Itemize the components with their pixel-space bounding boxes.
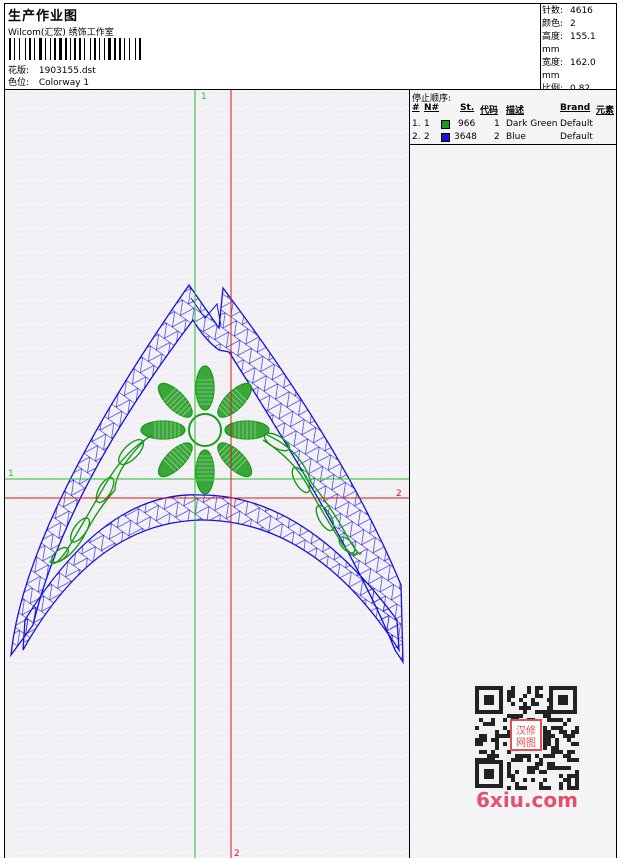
design-stats: 针数: 4616 颜色: 2 高度: 155.1 mm 宽度: 162.0 mm 比例:… — [542, 5, 616, 96]
qr-code: 汉修 网图 — [471, 682, 581, 792]
company-name: Wilcom(汇宏) 绣饰工作室 — [8, 28, 114, 38]
table-row: 1. 1 966 1 Dark Green Default — [412, 119, 593, 129]
header: 生产作业图 Wilcom(汇宏) 绣饰工作室 花版: 1903155.dst 色… — [5, 4, 616, 94]
colorway-value: Colorway 1 — [38, 78, 90, 88]
qr-stamp-line2: 网图 — [516, 737, 536, 749]
red-vertical-label: 2 — [234, 849, 240, 858]
col-brand: Brand — [560, 103, 591, 113]
watermark-logo: 6xiu.com — [476, 788, 578, 812]
divider — [410, 144, 616, 145]
qr-stamp-line1: 汉修 — [516, 724, 536, 737]
color-swatch — [441, 133, 450, 142]
colorway-row: 色位: Colorway 1 — [8, 75, 89, 88]
embroidery-design: 1 1 2 2 — [5, 90, 409, 858]
table-row: 2. 2 3648 2 Blue Default — [412, 132, 593, 142]
page-title: 生产作业图 — [8, 9, 79, 24]
barcode — [9, 38, 141, 60]
col-description: 描述 — [506, 106, 525, 116]
stat-colors: 颜色: 2 — [542, 19, 576, 29]
col-stitches: St. — [460, 103, 475, 113]
col-index: # — [412, 103, 420, 113]
col-element: 元素 — [596, 106, 615, 116]
col-code: 代码 — [480, 106, 499, 116]
design-canvas: 1 1 2 2 — [5, 90, 410, 858]
header-info: 生产作业图 Wilcom(汇宏) 绣饰工作室 花版: 1903155.dst 色… — [5, 4, 541, 89]
stat-height: 高度: 155.1 mm — [542, 32, 596, 55]
stat-width: 宽度: 162.0 mm — [542, 58, 596, 81]
color-swatch — [441, 120, 450, 129]
col-n: N# — [424, 103, 440, 113]
stat-stitches: 针数: 4616 — [542, 6, 593, 16]
colorway-label: 色位: — [8, 78, 30, 88]
green-horizontal-label: 1 — [8, 469, 14, 479]
green-vertical-label: 1 — [201, 92, 207, 102]
red-horizontal-label: 2 — [396, 489, 402, 499]
